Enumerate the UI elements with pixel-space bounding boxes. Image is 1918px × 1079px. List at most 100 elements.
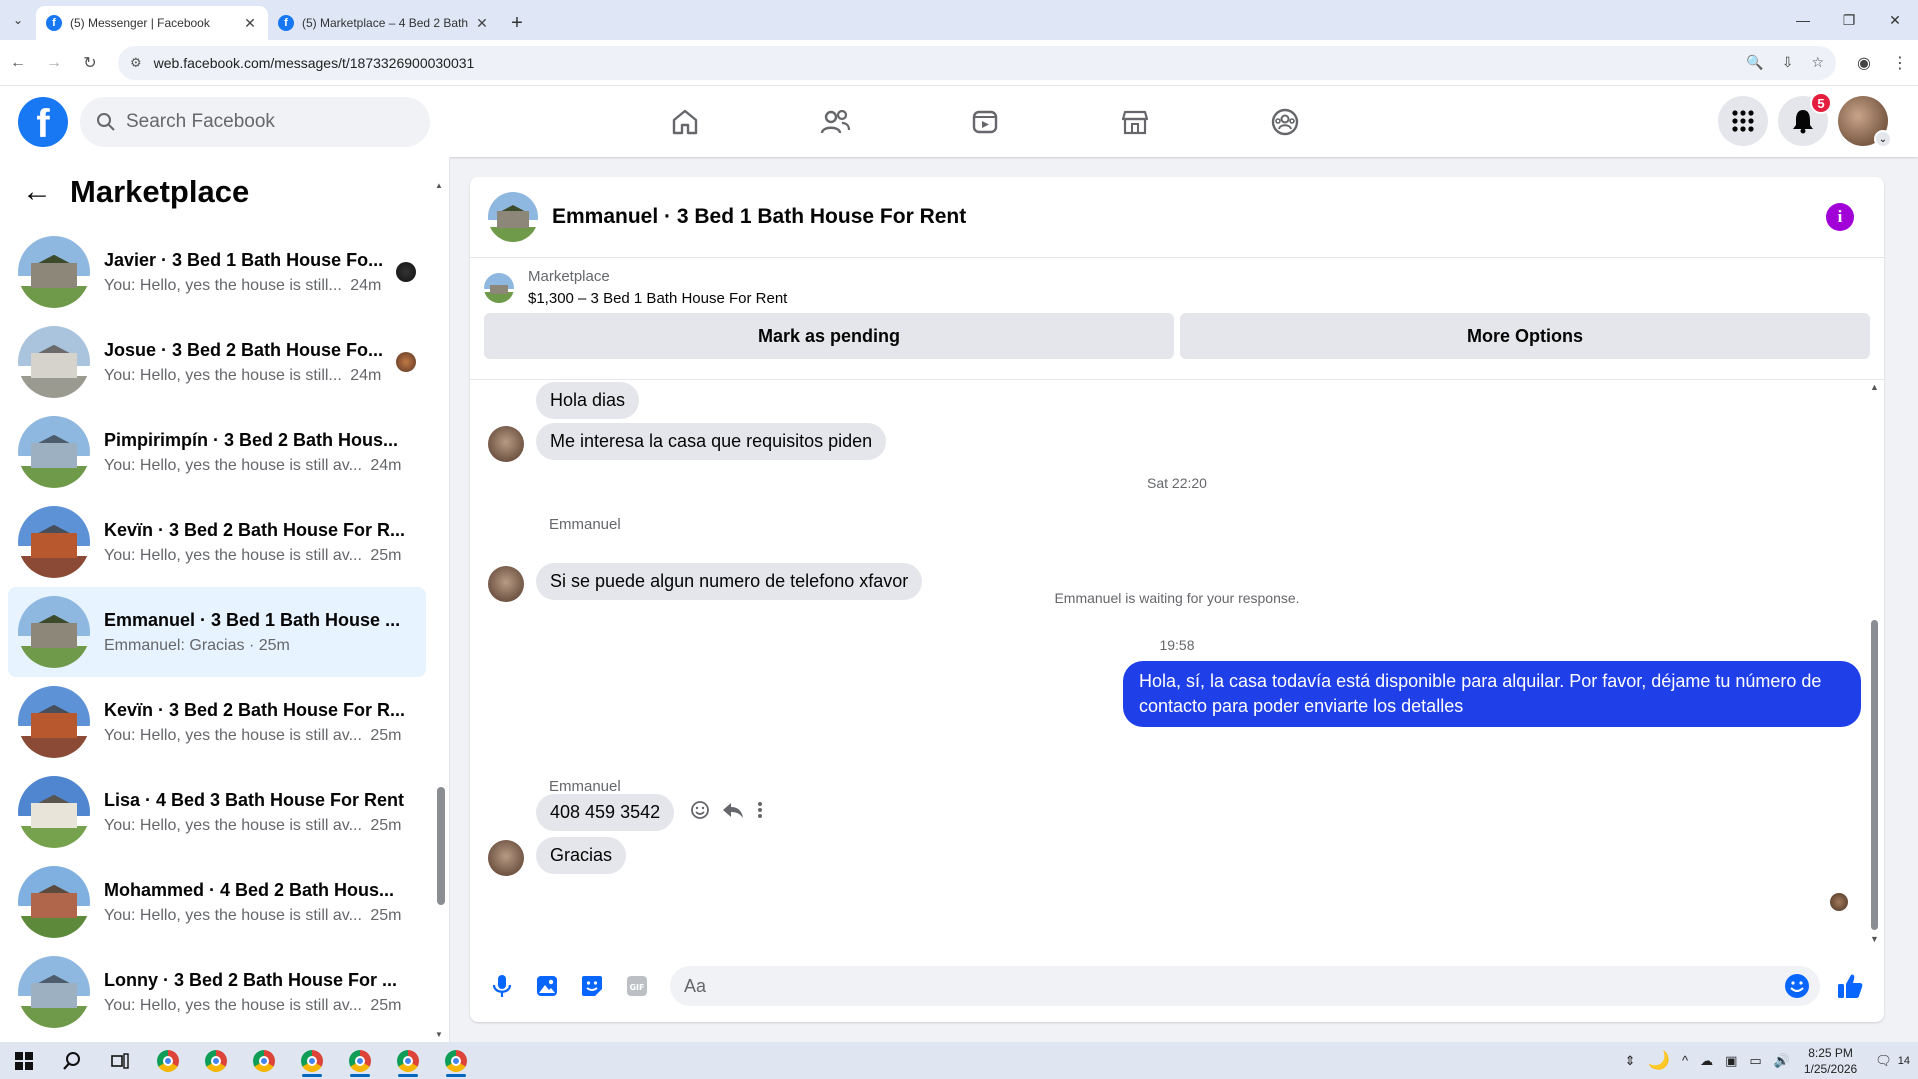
nav-video[interactable] xyxy=(910,86,1060,157)
scrollbar-thumb[interactable] xyxy=(1871,620,1878,930)
sender-avatar[interactable] xyxy=(488,426,524,462)
restore-icon[interactable]: ❐ xyxy=(1826,0,1872,40)
message-bubble-incoming[interactable]: Hola dias xyxy=(536,382,640,419)
taskbar-chrome-4[interactable] xyxy=(288,1042,336,1079)
chat-listing-avatar[interactable] xyxy=(488,192,538,242)
listing-thumbnail xyxy=(18,686,90,758)
onedrive-icon[interactable]: ☁ xyxy=(1700,1053,1713,1069)
scroll-down-icon[interactable]: ▼ xyxy=(435,1030,443,1039)
taskbar-chrome-3[interactable] xyxy=(240,1042,288,1079)
url-text[interactable]: web.facebook.com/messages/t/187332690003… xyxy=(154,55,1729,71)
conversation-item[interactable]: Kevïn · 3 Bed 2 Bath House For R... You: … xyxy=(8,677,426,767)
chat-title[interactable]: Emmanuel · 3 Bed 1 Bath House For Rent xyxy=(552,205,966,229)
search-placeholder: Search Facebook xyxy=(126,110,275,132)
taskbar-search-button[interactable] xyxy=(48,1042,96,1079)
task-view-button[interactable] xyxy=(96,1042,144,1079)
conversation-item[interactable]: Josue · 3 Bed 2 Bath House Fo... You: Hel… xyxy=(8,317,426,407)
react-emoji-icon[interactable] xyxy=(690,800,710,820)
profile-icon[interactable]: ◉ xyxy=(1846,53,1882,73)
show-hidden-icons-icon[interactable]: ^ xyxy=(1682,1053,1688,1068)
account-avatar[interactable]: ⌄ xyxy=(1838,96,1892,148)
like-button[interactable] xyxy=(1830,966,1870,1006)
attach-photo-button[interactable] xyxy=(529,968,565,1004)
tray-scroll-icon[interactable]: ⇕ xyxy=(1625,1053,1636,1069)
notification-center-icon[interactable]: 🗨 xyxy=(1875,1053,1892,1069)
more-vertical-icon[interactable] xyxy=(756,800,764,820)
new-tab-button[interactable]: + xyxy=(500,6,534,40)
conversation-preview: Emmanuel: Gracias · 25m xyxy=(104,636,290,654)
site-info-icon[interactable]: ⚙ xyxy=(130,55,142,71)
reload-icon[interactable]: ↻ xyxy=(72,45,108,81)
bookmark-star-icon[interactable]: ☆ xyxy=(1811,54,1824,71)
windows-start-button[interactable] xyxy=(0,1042,48,1079)
conversation-item[interactable]: Pimpirimpín · 3 Bed 2 Bath Hous... You: H… xyxy=(8,407,426,497)
more-options-button[interactable]: More Options xyxy=(1180,313,1870,359)
conversation-item[interactable]: Javier · 3 Bed 1 Bath House Fo... You: He… xyxy=(8,227,426,317)
nav-marketplace[interactable] xyxy=(1060,86,1210,157)
listing-title[interactable]: $1,300 – 3 Bed 1 Bath House For Rent xyxy=(528,290,787,307)
conversation-item-selected[interactable]: Emmanuel · 3 Bed 1 Bath House ... Emmanue… xyxy=(8,587,426,677)
listing-thumbnail[interactable] xyxy=(484,272,514,303)
browser-tab-marketplace[interactable]: f (5) Marketplace – 4 Bed 2 Bath ✕ xyxy=(268,6,500,40)
conversation-item[interactable]: Lonny · 3 Bed 2 Bath House For ... You: H… xyxy=(8,947,426,1037)
menu-grid-button[interactable] xyxy=(1718,96,1768,146)
minimize-icon[interactable]: — xyxy=(1780,0,1826,40)
scroll-up-icon[interactable]: ▲ xyxy=(1870,382,1879,392)
sender-avatar[interactable] xyxy=(488,840,524,876)
conversation-item[interactable]: Kevïn · 3 Bed 2 Bath House For R... You: … xyxy=(8,497,426,587)
close-window-icon[interactable]: ✕ xyxy=(1872,0,1918,40)
taskbar-chrome-2[interactable] xyxy=(192,1042,240,1079)
taskbar-chrome-6[interactable] xyxy=(384,1042,432,1079)
close-tab-icon[interactable]: ✕ xyxy=(242,15,258,32)
message-bubble-outgoing[interactable]: Hola, sí, la casa todavía está disponibl… xyxy=(1123,661,1861,727)
message-bubble-incoming[interactable]: 408 459 3542 xyxy=(536,794,675,831)
volume-icon[interactable]: 🔊 xyxy=(1774,1053,1790,1069)
info-icon[interactable]: i xyxy=(1826,203,1854,231)
mark-as-pending-button[interactable]: Mark as pending xyxy=(484,313,1174,359)
close-tab-icon[interactable]: ✕ xyxy=(474,15,490,32)
back-arrow-icon[interactable]: ← xyxy=(22,175,52,209)
sticker-button[interactable] xyxy=(574,968,610,1004)
back-arrow-icon[interactable]: ← xyxy=(0,45,36,81)
sidebar-scrollbar[interactable]: ▲ ▼ xyxy=(435,181,445,1039)
browser-tab-bar: ⌄ f (5) Messenger | Facebook ✕ f (5) Mar… xyxy=(0,0,1918,40)
voice-clip-button[interactable] xyxy=(484,968,520,1004)
conversation-title: Lisa · 4 Bed 3 Bath House For Rent xyxy=(104,789,405,810)
meet-now-icon[interactable]: ▣ xyxy=(1725,1053,1737,1069)
nav-home[interactable] xyxy=(610,86,760,157)
scroll-up-icon[interactable]: ▲ xyxy=(435,181,443,190)
conversation-item[interactable]: Mohammed · 4 Bed 2 Bath Hous... You: Hell… xyxy=(8,857,426,947)
reply-icon[interactable] xyxy=(722,800,744,820)
url-bar[interactable]: ⚙ web.facebook.com/messages/t/1873326900… xyxy=(118,45,1836,80)
install-app-icon[interactable]: ⇩ xyxy=(1782,54,1794,71)
message-input[interactable]: Aa xyxy=(670,966,1820,1006)
search-input[interactable]: Search Facebook xyxy=(80,96,430,147)
weather-icon[interactable]: 🌙 xyxy=(1648,1050,1670,1071)
message-bubble-incoming[interactable]: Me interesa la casa que requisitos piden xyxy=(536,423,887,460)
gif-icon: GIF xyxy=(627,976,647,996)
zoom-icon[interactable]: 🔍 xyxy=(1746,54,1763,71)
scroll-down-icon[interactable]: ▼ xyxy=(1870,934,1879,944)
nav-friends[interactable] xyxy=(760,86,910,157)
network-icon[interactable]: ▭ xyxy=(1749,1053,1761,1069)
nav-groups[interactable] xyxy=(1210,86,1360,157)
message-bubble-incoming[interactable]: Gracias xyxy=(536,837,627,874)
conversation-item[interactable]: Lisa · 4 Bed 3 Bath House For Rent You: H… xyxy=(8,767,426,857)
gif-button[interactable]: GIF xyxy=(619,968,655,1004)
browser-menu-icon[interactable]: ⋮ xyxy=(1882,53,1918,73)
tab-search-chevron-icon[interactable]: ⌄ xyxy=(0,0,36,40)
notifications-button[interactable]: 5 xyxy=(1778,92,1832,146)
scrollbar-thumb[interactable] xyxy=(437,787,445,905)
taskbar-chrome-7[interactable] xyxy=(432,1042,480,1079)
conversation-title: Josue · 3 Bed 2 Bath House Fo... xyxy=(104,339,384,360)
chat-scrollbar[interactable]: ▲ ▼ xyxy=(1870,380,1879,944)
taskbar-chrome-5[interactable] xyxy=(336,1042,384,1079)
conversation-list: Javier · 3 Bed 1 Bath House Fo... You: He… xyxy=(8,227,426,1037)
taskbar-chrome-1[interactable] xyxy=(144,1042,192,1079)
task-view-icon xyxy=(111,1052,129,1069)
system-clock[interactable]: 8:25 PM 1/25/2026 xyxy=(1804,1045,1857,1077)
facebook-logo[interactable]: f xyxy=(18,96,68,147)
forward-arrow-icon[interactable]: → xyxy=(36,45,72,81)
browser-tab-messenger[interactable]: f (5) Messenger | Facebook ✕ xyxy=(36,6,268,40)
emoji-icon[interactable] xyxy=(1784,973,1810,999)
